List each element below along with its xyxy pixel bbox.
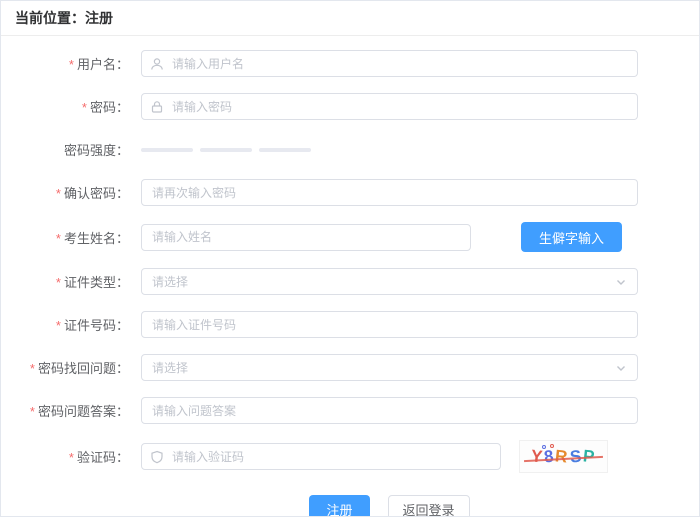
username-label: *用户名： (1, 54, 141, 73)
captcha-label: *验证码： (1, 447, 141, 466)
breadcrumb-bar: 当前位置：注册 (1, 1, 699, 36)
id-type-select[interactable]: 请选择 (141, 268, 638, 295)
row-password-strength: 密码强度： (1, 136, 699, 163)
candidate-name-input[interactable] (141, 224, 471, 251)
question-answer-label: *密码问题答案： (1, 401, 141, 420)
required-asterisk: * (69, 450, 74, 465)
form-actions: 注册 返回登录 (141, 495, 638, 517)
required-asterisk: * (56, 275, 61, 290)
captcha-input[interactable] (141, 443, 501, 470)
row-recovery-question: *密码找回问题： 请选择 (1, 354, 699, 381)
strength-bar (141, 148, 193, 152)
row-username: *用户名： (1, 50, 699, 77)
password-label: *密码： (1, 97, 141, 116)
recovery-question-select-placeholder: 请选择 (152, 359, 188, 376)
username-input[interactable] (141, 50, 638, 77)
strength-bar (200, 148, 252, 152)
strength-bar (259, 148, 311, 152)
row-password: *密码： (1, 93, 699, 120)
register-form: *用户名： *密码： (1, 36, 699, 517)
recovery-question-select[interactable]: 请选择 (141, 354, 638, 381)
lock-icon (150, 100, 164, 114)
back-to-login-button[interactable]: 返回登录 (388, 495, 470, 517)
required-asterisk: * (30, 404, 35, 419)
row-id-number: *证件号码： (1, 311, 699, 338)
breadcrumb: 当前位置：注册 (15, 8, 113, 28)
required-asterisk: * (56, 186, 61, 201)
password-strength-indicator (141, 136, 311, 163)
id-type-select-placeholder: 请选择 (152, 273, 188, 290)
id-number-input[interactable] (141, 311, 638, 338)
shield-icon (150, 450, 164, 464)
required-asterisk: * (69, 57, 74, 72)
row-confirm-password: *确认密码： (1, 179, 699, 206)
candidate-name-label: *考生姓名： (1, 228, 141, 247)
confirm-password-label: *确认密码： (1, 183, 141, 202)
password-input[interactable] (141, 93, 638, 120)
user-icon (150, 57, 164, 71)
row-captcha: *验证码： Y8RSP (1, 440, 699, 473)
row-question-answer: *密码问题答案： (1, 397, 699, 424)
row-candidate-name: *考生姓名： 生僻字输入 (1, 222, 699, 252)
question-answer-input[interactable] (141, 397, 638, 424)
id-type-label: *证件类型： (1, 272, 141, 291)
recovery-question-label: *密码找回问题： (1, 358, 141, 377)
chevron-down-icon (615, 362, 627, 374)
register-page: 当前位置：注册 *用户名： *密码： (0, 0, 700, 517)
id-number-label: *证件号码： (1, 315, 141, 334)
row-id-type: *证件类型： 请选择 (1, 268, 699, 295)
register-button[interactable]: 注册 (309, 495, 369, 517)
required-asterisk: * (30, 361, 35, 376)
required-asterisk: * (56, 231, 61, 246)
confirm-password-input[interactable] (141, 179, 638, 206)
chevron-down-icon (615, 276, 627, 288)
required-asterisk: * (56, 318, 61, 333)
password-strength-label: 密码强度： (1, 140, 141, 159)
captcha-image[interactable]: Y8RSP (519, 440, 608, 473)
rare-character-input-button[interactable]: 生僻字输入 (521, 222, 622, 252)
required-asterisk: * (82, 100, 87, 115)
